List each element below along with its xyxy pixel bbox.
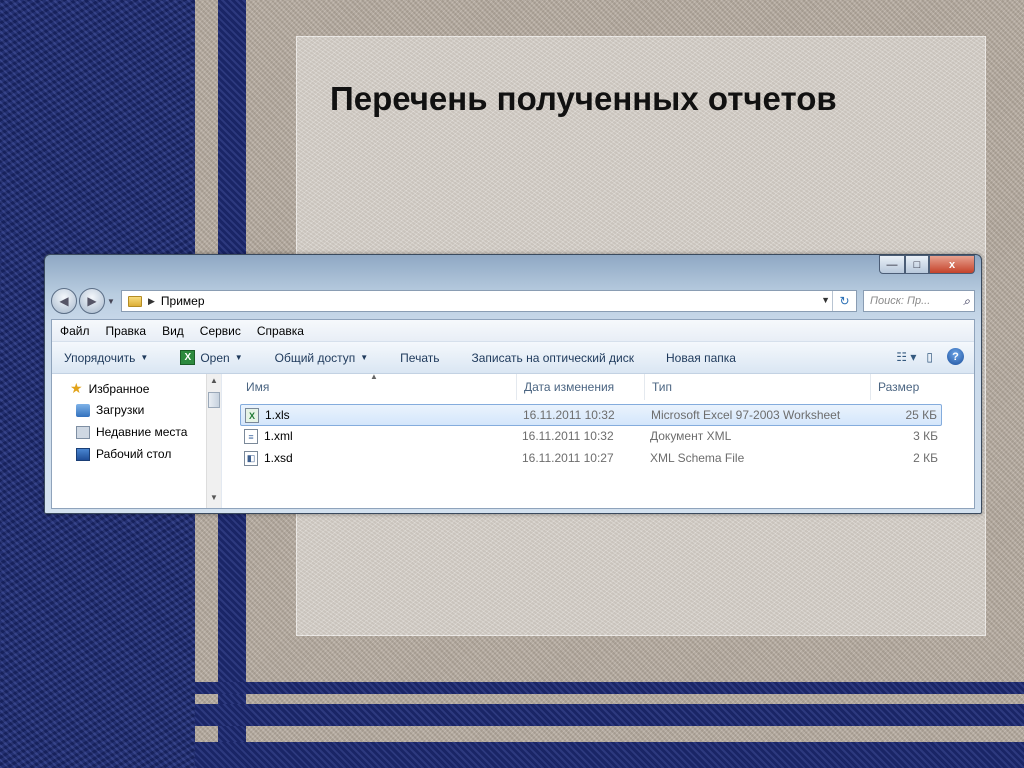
window-controls: — □ x [879,255,975,274]
minimize-button[interactable]: — [879,255,905,274]
file-type: XML Schema File [650,451,745,465]
organize-button[interactable]: Упорядочить ▼ [64,351,148,365]
address-dropdown-icon[interactable]: ▼ [821,295,830,305]
address-row: ◀ ▶ ▼ ▶ Пример ▼ ↻ Поиск: Пр... ⌕ [51,287,975,315]
column-header-size[interactable]: Размер [878,380,919,394]
print-button[interactable]: Печать [400,351,439,365]
background-navy-stripe [195,704,1024,726]
file-size: 3 КБ [913,429,938,443]
file-date: 16.11.2011 10:32 [522,429,614,443]
maximize-button[interactable]: □ [905,255,929,274]
menu-bar: Файл Правка Вид Сервис Справка [52,320,974,342]
help-icon[interactable]: ? [947,348,964,365]
file-list: ▲ Имя Дата изменения Тип Размер X 1.xls … [222,372,974,508]
command-bar: Упорядочить ▼ X Open ▼ Общий доступ ▼ Пе… [52,342,974,374]
new-folder-button[interactable]: Новая папка [666,351,736,365]
nav-favorites[interactable]: ★ Избранное [70,380,149,397]
nav-scrollbar[interactable]: ▲ ▼ [206,374,221,508]
menu-file[interactable]: Файл [60,324,90,338]
search-placeholder: Поиск: Пр... [870,295,931,307]
view-options-icon[interactable]: ☷ ▾ [896,350,916,364]
file-name: 1.xml [264,429,293,443]
nav-favorites-label: Избранное [88,381,150,396]
file-row[interactable]: ≡ 1.xml 16.11.2011 10:32 Документ XML 3 … [240,426,942,448]
file-type: Документ XML [650,429,732,443]
view-controls: ☷ ▾ ▯ ? [886,348,964,365]
share-label: Общий доступ [274,350,356,365]
column-header-name[interactable]: Имя [246,380,269,394]
xsd-file-icon: ◧ [244,451,258,466]
forward-button[interactable]: ▶ [79,288,105,314]
nav-recent-places[interactable]: Недавние места [76,425,187,439]
desktop-icon [76,447,90,461]
file-row[interactable]: X 1.xls 16.11.2011 10:32 Microsoft Excel… [240,404,942,426]
refresh-icon[interactable]: ↻ [832,291,856,311]
back-arrow-icon: ◀ [59,294,69,308]
chevron-down-icon: ▼ [360,353,369,362]
menu-help[interactable]: Справка [257,324,304,338]
star-icon: ★ [70,380,83,396]
slide-title: Перечень полученных отчетов [330,80,837,117]
burn-disc-button[interactable]: Записать на оптический диск [471,351,634,365]
nav-item-label: Загрузки [96,403,145,417]
excel-icon: X [180,350,196,365]
column-header-type[interactable]: Тип [652,380,672,394]
breadcrumb-item[interactable]: Пример [161,294,205,308]
excel-file-icon: X [245,408,259,423]
file-size: 25 КБ [905,408,937,422]
open-button[interactable]: X Open ▼ [180,350,243,365]
search-icon[interactable]: ⌕ [963,294,970,309]
menu-edit[interactable]: Правка [106,324,147,338]
file-type: Microsoft Excel 97-2003 Worksheet [651,408,841,422]
recent-pages-dropdown[interactable]: ▼ [107,297,117,306]
xml-file-icon: ≡ [244,429,258,444]
column-divider[interactable] [644,374,645,400]
organize-label: Упорядочить [64,350,136,365]
explorer-window: — □ x ◀ ▶ ▼ ▶ Пример ▼ ↻ Поиск: Пр... ⌕ … [44,254,982,514]
preview-pane-icon[interactable]: ▯ [926,350,933,364]
file-row[interactable]: ◧ 1.xsd 16.11.2011 10:27 XML Schema File… [240,448,942,470]
scroll-down-icon[interactable]: ▼ [210,493,218,502]
menu-tools[interactable]: Сервис [200,324,241,338]
chevron-down-icon: ▼ [140,353,149,362]
file-name: 1.xsd [264,451,293,465]
recent-places-icon [76,425,90,439]
background-navy-stripe [195,682,1024,694]
breadcrumb-separator-icon[interactable]: ▶ [148,296,155,307]
nav-item-label: Недавние места [96,425,188,439]
file-date: 16.11.2011 10:27 [522,451,614,465]
panes: ★ Избранное Загрузки Недавние места Рабо… [52,372,974,508]
file-date: 16.11.2011 10:32 [523,408,615,422]
nav-item-label: Рабочий стол [96,447,172,461]
open-label: Open [200,350,230,365]
file-name: 1.xls [265,408,290,422]
column-header-date[interactable]: Дата изменения [524,380,614,394]
close-button[interactable]: x [929,255,975,274]
forward-arrow-icon: ▶ [87,294,97,308]
folder-icon [128,295,142,307]
column-divider[interactable] [870,374,871,400]
file-size: 2 КБ [913,451,938,465]
sort-ascending-icon: ▲ [370,372,378,381]
navigation-pane: ★ Избранное Загрузки Недавние места Рабо… [52,374,222,508]
scroll-up-icon[interactable]: ▲ [210,376,218,385]
scroll-thumb[interactable] [208,392,220,408]
nav-desktop[interactable]: Рабочий стол [76,447,171,461]
share-button[interactable]: Общий доступ ▼ [275,351,369,365]
column-divider[interactable] [516,374,517,400]
chevron-down-icon: ▼ [234,353,243,362]
explorer-content: Файл Правка Вид Сервис Справка Упорядочи… [51,319,975,509]
back-button[interactable]: ◀ [51,288,77,314]
search-input[interactable]: Поиск: Пр... ⌕ [863,290,975,312]
background-navy-stripe [195,742,1024,768]
nav-downloads[interactable]: Загрузки [76,403,144,417]
menu-view[interactable]: Вид [162,324,184,338]
downloads-icon [76,403,90,417]
address-bar[interactable]: ▶ Пример ▼ ↻ [121,290,857,312]
